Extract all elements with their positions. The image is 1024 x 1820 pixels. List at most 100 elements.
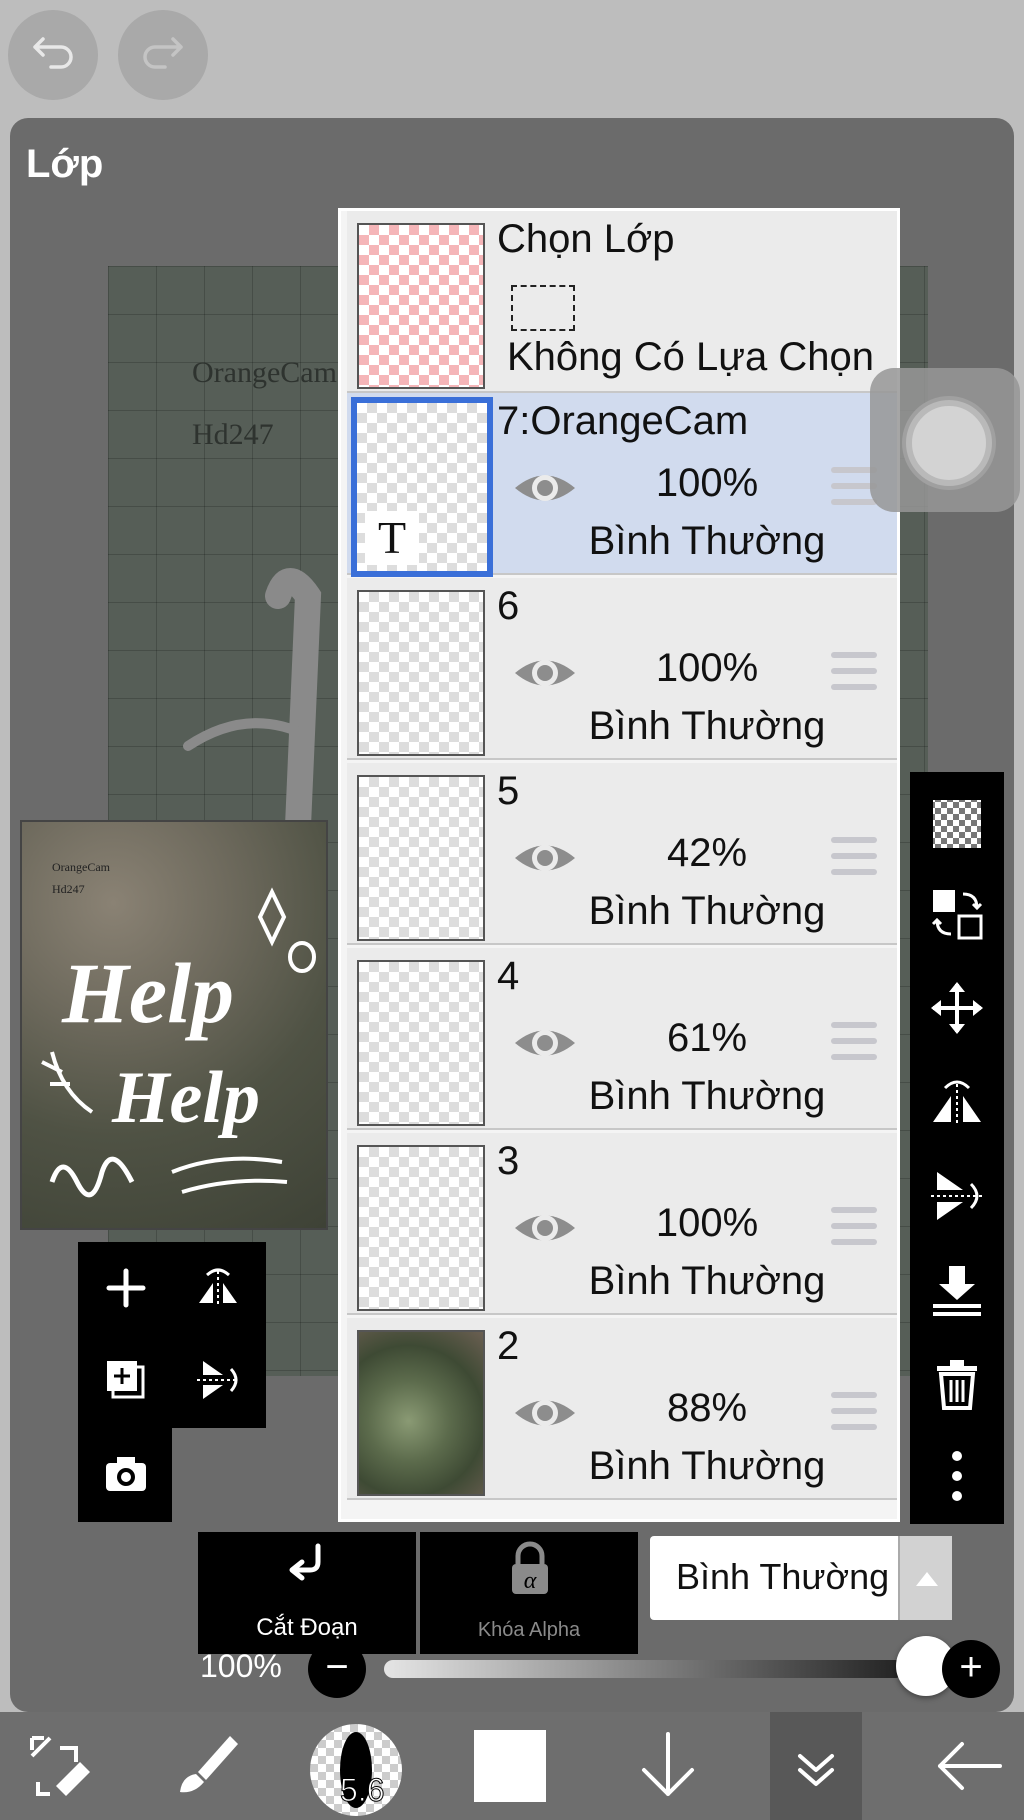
move-button[interactable]: [925, 976, 989, 1040]
layer-row[interactable]: 2 88% Bình Thường: [347, 1318, 897, 1500]
svg-text:α: α: [524, 1568, 537, 1594]
layer-thumbnail: [357, 1330, 485, 1496]
lock-icon: α: [512, 1541, 548, 1594]
layer-row[interactable]: 4 61% Bình Thường: [347, 948, 897, 1130]
transform-tool-button[interactable]: [14, 1720, 106, 1812]
layer-thumbnail: [357, 1145, 485, 1311]
visibility-eye-icon[interactable]: [511, 463, 579, 513]
selection-marquee-icon: [511, 285, 575, 331]
layer-opacity: 100%: [655, 1201, 759, 1245]
add-layer-button[interactable]: [94, 1256, 158, 1320]
floating-quick-button[interactable]: [870, 368, 1020, 512]
layer-name: 5: [497, 769, 520, 813]
brush-size-button[interactable]: 5.6: [310, 1724, 402, 1816]
drag-handle-icon[interactable]: [831, 837, 877, 879]
layer-opacity: 42%: [666, 831, 748, 875]
layer-swap-button[interactable]: [925, 882, 989, 946]
floating-button-ring-icon: [906, 400, 992, 486]
layer-thumbnail: [357, 775, 485, 941]
visibility-eye-icon[interactable]: [511, 1388, 579, 1438]
arrow-down-icon: [642, 1732, 694, 1796]
visibility-eye-icon[interactable]: [511, 1203, 579, 1253]
transparency-button[interactable]: [925, 792, 989, 856]
flip-vertical-icon: [931, 1172, 983, 1220]
brush-size-value: 5.6: [339, 1772, 385, 1809]
trash-icon: [937, 1360, 977, 1410]
layer-opacity: 100%: [655, 646, 759, 690]
layer-blend-mode: Bình Thường: [588, 1444, 826, 1488]
layers-button[interactable]: [770, 1712, 862, 1820]
layer-blend-mode: Bình Thường: [588, 704, 826, 748]
layer-name: 6: [497, 584, 520, 628]
flip-vertical-button-left[interactable]: [186, 1348, 250, 1412]
preview-word-2: Help: [111, 1057, 260, 1139]
layer-list: Chọn Lớp Không Có Lựa Chọn T 7:OrangeCam 1…: [338, 208, 900, 1522]
move-icon: [931, 982, 983, 1034]
undo-button[interactable]: [8, 10, 98, 100]
flip-vertical-button[interactable]: [925, 1164, 989, 1228]
layer-name: 7:OrangeCam: [497, 399, 749, 443]
clipping-arrow-icon: [289, 1543, 321, 1581]
visibility-eye-icon[interactable]: [511, 648, 579, 698]
duplicate-layer-button[interactable]: [94, 1348, 158, 1412]
layer-blend-mode: Bình Thường: [588, 1259, 826, 1303]
blend-mode-select[interactable]: Bình Thường: [650, 1536, 952, 1620]
layer-name: 4: [497, 954, 520, 998]
layer-opacity-label: 100%: [200, 1648, 282, 1684]
layer-row[interactable]: 3 100% Bình Thường: [347, 1133, 897, 1315]
bottom-toolbar: 5.6: [0, 1712, 1024, 1820]
selection-layer-thumbnail: [357, 223, 485, 389]
brush-tool-button[interactable]: [160, 1720, 252, 1812]
back-button[interactable]: [924, 1720, 1016, 1812]
layer-row[interactable]: 5 42% Bình Thường: [347, 763, 897, 945]
camera-icon: [106, 1457, 146, 1491]
layer-opacity: 88%: [666, 1386, 748, 1430]
brush-icon: [180, 1736, 238, 1793]
selection-layer-title: Chọn Lớp: [497, 217, 675, 261]
visibility-eye-icon[interactable]: [511, 1018, 579, 1068]
layer-name: 2: [497, 1324, 520, 1368]
layer-opacity-row: 100% − +: [200, 1636, 1000, 1698]
arrow-down-button[interactable]: [622, 1720, 714, 1812]
blend-mode-dropdown-arrow[interactable]: [898, 1536, 952, 1620]
flip-horizontal-button[interactable]: [925, 1070, 989, 1134]
canvas-preview[interactable]: OrangeCam Hd247 Help Help: [20, 820, 328, 1230]
more-icon: [952, 1451, 962, 1501]
right-toolbar: [910, 772, 1004, 1524]
text-layer-icon: T: [365, 511, 419, 565]
delete-layer-button[interactable]: [925, 1352, 989, 1416]
layer-row[interactable]: T 7:OrangeCam 100% Bình Thường: [347, 393, 897, 577]
drag-handle-icon[interactable]: [831, 1207, 877, 1249]
more-options-button[interactable]: [925, 1444, 989, 1508]
merge-down-icon: [933, 1266, 981, 1316]
triangle-up-icon: [916, 1572, 938, 1586]
transform-icon: [30, 1736, 90, 1796]
layer-swap-icon: [931, 890, 983, 940]
layer-opacity: 61%: [666, 1016, 748, 1060]
flip-horizontal-icon: [933, 1080, 981, 1126]
layer-row[interactable]: 6 100% Bình Thường: [347, 578, 897, 760]
opacity-decrease-button[interactable]: −: [308, 1640, 366, 1698]
drag-handle-icon[interactable]: [831, 652, 877, 694]
opacity-slider-track[interactable]: [384, 1660, 904, 1678]
flip-horizontal-button-left[interactable]: [186, 1256, 250, 1320]
drag-handle-icon[interactable]: [831, 1022, 877, 1064]
redo-button[interactable]: [118, 10, 208, 100]
layer-thumbnail: [357, 590, 485, 756]
drag-handle-icon[interactable]: [831, 1392, 877, 1434]
layer-opacity: 100%: [655, 461, 759, 505]
undo-icon: [33, 37, 73, 69]
transparency-icon: [933, 800, 981, 848]
visibility-eye-icon[interactable]: [511, 833, 579, 883]
merge-down-button[interactable]: [925, 1258, 989, 1322]
selection-status: Không Có Lựa Chọn: [507, 335, 875, 379]
panel-title: Lớp: [26, 142, 104, 186]
color-swatch-button[interactable]: [474, 1730, 546, 1802]
opacity-increase-button[interactable]: +: [942, 1640, 1000, 1698]
preview-word-1: Help: [61, 945, 234, 1041]
camera-button[interactable]: [94, 1442, 158, 1506]
layer-name: 3: [497, 1139, 520, 1183]
layer-thumbnail: [357, 960, 485, 1126]
selection-layer-row[interactable]: Chọn Lớp Không Có Lựa Chọn: [347, 211, 897, 393]
layer-blend-mode: Bình Thường: [588, 889, 826, 933]
